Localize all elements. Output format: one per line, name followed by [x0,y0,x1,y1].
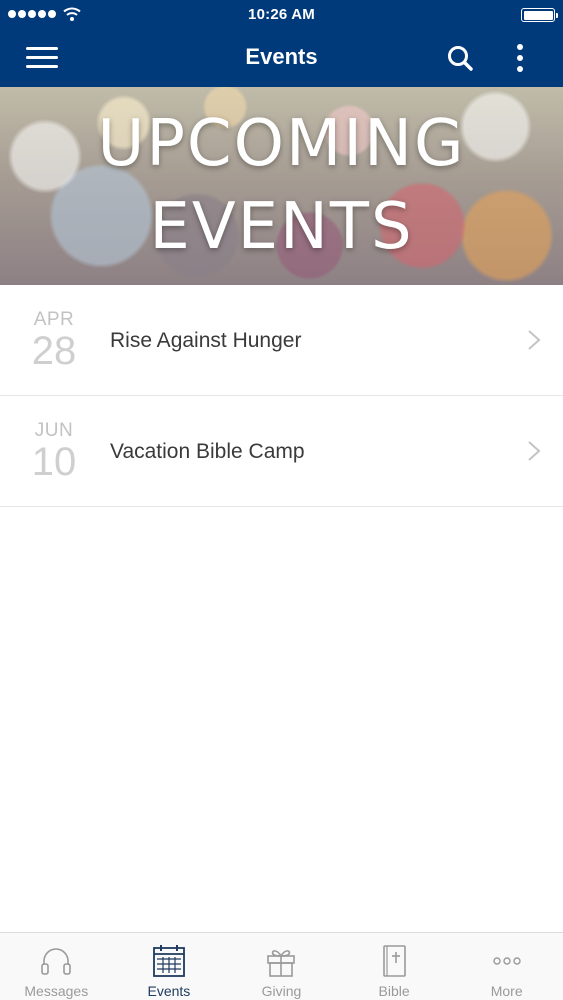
status-bar: 10:26 AM [0,0,563,30]
bible-icon [383,945,406,977]
battery-icon [521,8,558,22]
app-header: Events [0,30,563,87]
event-title: Rise Against Hunger [110,329,302,352]
event-row-rise-against-hunger[interactable]: APR 28 Rise Against Hunger [0,285,563,396]
banner-title-line-1: UPCOMING [97,107,466,181]
event-day: 28 [31,329,77,373]
more-options-icon[interactable] [512,43,528,73]
tab-label: More [490,983,523,999]
tab-label: Bible [378,983,410,999]
event-title: Vacation Bible Camp [110,440,305,463]
event-month: APR [33,309,75,330]
more-dots-icon [492,957,521,965]
event-day: 10 [31,440,77,484]
tab-label: Events [147,983,191,999]
tab-label: Messages [24,983,89,999]
tab-bible[interactable]: Bible [338,933,451,1000]
page-title: Events [245,44,318,69]
chevron-right-icon [528,441,541,461]
tab-messages[interactable]: Messages [0,933,113,1000]
banner-title-line-2: EVENTS [149,190,414,264]
tab-events[interactable]: Events [113,933,226,1000]
event-row-vacation-bible-camp[interactable]: JUN 10 Vacation Bible Camp [0,396,563,507]
headphones-icon [41,948,72,975]
search-icon[interactable] [446,44,474,72]
tab-giving[interactable]: Giving [225,933,338,1000]
calendar-icon [152,945,185,977]
gift-icon [267,950,296,977]
tab-label: Giving [261,983,302,999]
upcoming-events-banner: UPCOMING EVENTS [0,87,563,285]
tab-bar: Messages Events Giving Bible More [0,932,563,1000]
tab-more[interactable]: More [450,933,563,1000]
event-list: APR 28 Rise Against Hunger JUN 10 Vacati… [0,285,563,507]
chevron-right-icon [528,330,541,350]
event-month: JUN [34,420,74,441]
status-time: 10:26 AM [248,6,315,23]
